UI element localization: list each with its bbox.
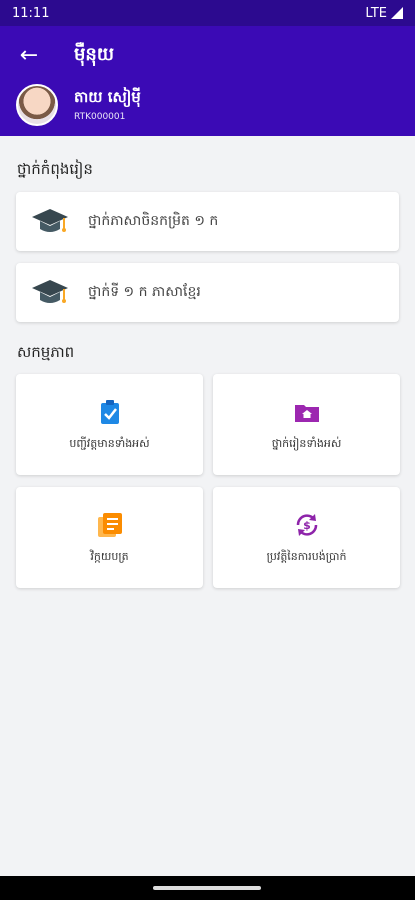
service-label: បញ្ជីវត្តមានទាំងអស់ [69,436,150,450]
page-title: ម៉ឺនុយ [74,44,114,65]
service-label: វិក្កយបត្រ [90,549,129,563]
network-label: LTE [365,5,387,21]
payment-history-icon: $ [292,510,322,540]
service-invoice[interactable]: វិក្កយបត្រ [16,487,203,588]
status-indicators: LTE [365,6,403,21]
back-button[interactable]: ← [14,40,44,70]
avatar[interactable] [16,84,58,126]
home-gesture-bar[interactable] [153,886,261,890]
service-classes[interactable]: ថ្នាក់រៀនទាំងអស់ [213,374,400,475]
arrow-left-icon: ← [19,42,39,68]
graduation-cap-icon [30,205,70,239]
classes-section-title: ថ្នាក់កំពុងរៀន [17,160,93,178]
class-card[interactable]: ថ្នាក់ទី ១ ក ភាសាខ្មែរ [16,263,399,322]
class-label: ថ្នាក់ភាសាចិនកម្រិត ១ ក [88,213,219,229]
class-card[interactable]: ថ្នាក់ភាសាចិនកម្រិត ១ ក [16,192,399,251]
user-id: RTK000001 [74,112,126,122]
class-label: ថ្នាក់ទី ១ ក ភាសាខ្មែរ [88,284,201,300]
service-label: ប្រវត្តិនៃការបង់ប្រាក់ [266,549,347,563]
app-header: ← ម៉ឺនុយ តាយ សៀម៉ី RTK000001 [0,26,415,136]
services-section-title: សកម្មភាព [17,343,75,361]
clipboard-check-icon [95,397,125,427]
folder-home-icon [292,397,322,427]
document-list-icon [95,510,125,540]
status-time: 11:11 [12,5,50,21]
service-payment-history[interactable]: $ ប្រវត្តិនៃការបង់ប្រាក់ [213,487,400,588]
status-bar: 11:11 LTE [0,0,415,26]
service-attendance[interactable]: បញ្ជីវត្តមានទាំងអស់ [16,374,203,475]
user-name: តាយ សៀម៉ី [74,88,141,106]
service-label: ថ្នាក់រៀនទាំងអស់ [271,436,342,450]
graduation-cap-icon [30,276,70,310]
svg-text:$: $ [303,519,311,532]
signal-icon [391,7,403,19]
